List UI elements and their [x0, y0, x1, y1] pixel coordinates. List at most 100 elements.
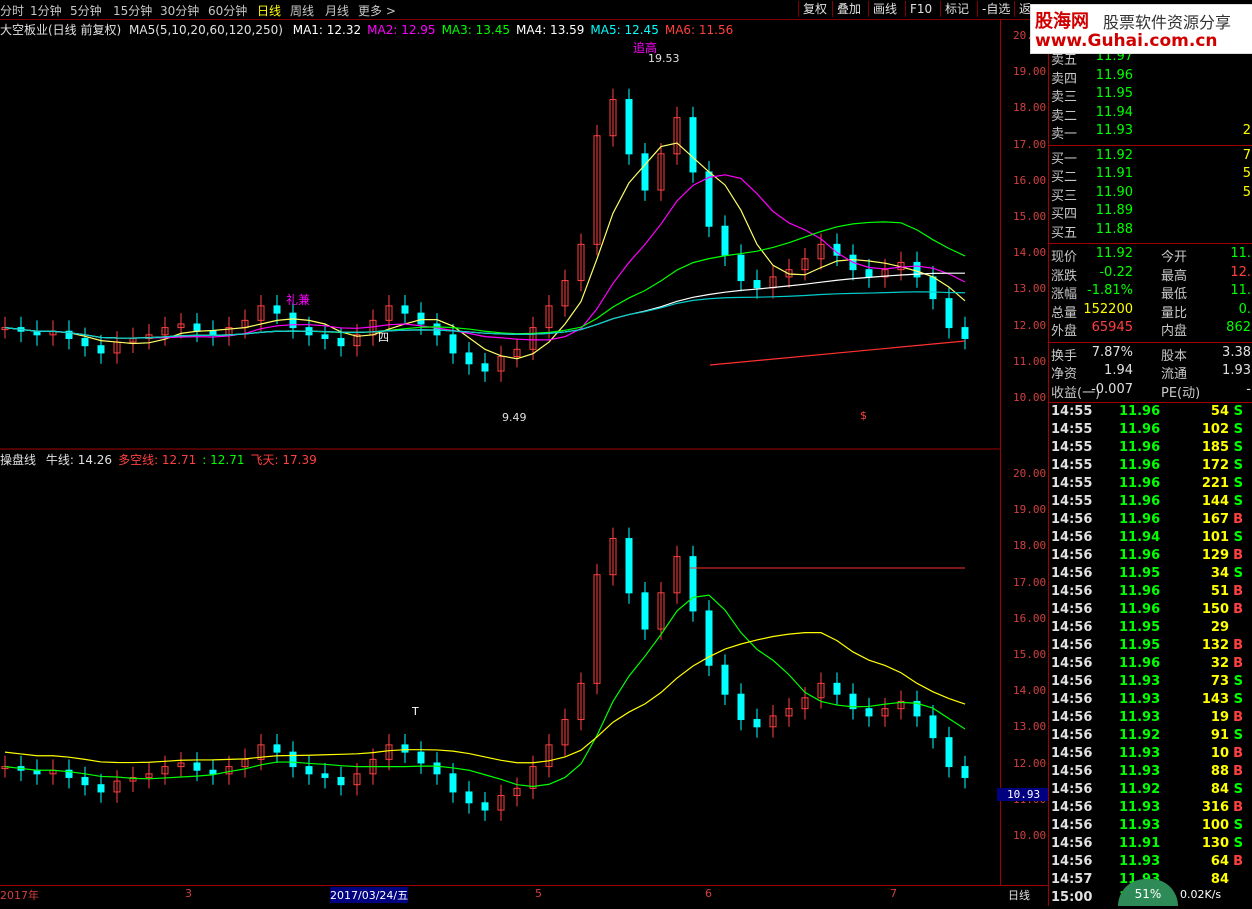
tick-time: 14:56 — [1051, 638, 1093, 653]
x-tick-4: 6 — [705, 887, 712, 900]
period-tab-6[interactable]: 日线 — [257, 2, 281, 19]
x-tick-2: 2017/03/24/五 — [330, 887, 409, 903]
toolbar-button-3[interactable]: F10 — [905, 1, 936, 17]
stat-value: -0.22 — [1099, 264, 1133, 280]
buy-level-3: 买三 11.90 5 — [1049, 184, 1252, 204]
candle-body — [449, 334, 457, 354]
toolbar-button-5[interactable]: -自选 — [977, 1, 1014, 17]
period-tab-2[interactable]: 5分钟 — [70, 2, 102, 19]
toolbar-button-2[interactable]: 画线 — [868, 1, 901, 17]
stat-value: 11. — [1230, 283, 1251, 298]
sell-level-3: 卖三 11.95 — [1049, 86, 1252, 105]
buy-vol: 5 — [1242, 184, 1251, 200]
stat-label: 股本 — [1161, 348, 1188, 364]
sub-y-tick: 16.00 — [1013, 611, 1047, 625]
stat-label: 涨跌 — [1051, 268, 1078, 284]
stat-value: - — [1246, 381, 1251, 397]
period-tab-8[interactable]: 月线 — [325, 2, 349, 19]
tick-vol: 132 — [1201, 638, 1229, 653]
sub-letter-marker: T — [411, 705, 419, 718]
dollar-marker: $ — [860, 409, 867, 422]
tick-price: 11.96 — [1119, 404, 1161, 419]
tick-time: 14:56 — [1051, 782, 1093, 797]
sub-legend-3: 飞天: 17.39 — [250, 453, 317, 467]
tick-vol: 221 — [1201, 476, 1229, 491]
tick-side: S — [1233, 818, 1243, 833]
sub-legend-1: 多空线: 12.71 — [118, 453, 197, 467]
tick-vol: 51 — [1210, 584, 1229, 599]
stat-value: 11. — [1230, 246, 1251, 261]
tick-price: 11.93 — [1119, 800, 1161, 815]
tick-time: 14:56 — [1051, 746, 1093, 761]
period-tab-7[interactable]: 周线 — [290, 2, 314, 19]
tick-price: 11.96 — [1119, 656, 1161, 671]
tick-vol: 54 — [1210, 404, 1229, 419]
sub-candle-body — [961, 766, 969, 778]
main-y-tick: 10.00 — [1013, 391, 1047, 404]
tick-side: S — [1233, 782, 1243, 797]
sell-level-2: 卖二 11.94 — [1049, 104, 1252, 124]
tick-side: S — [1233, 530, 1243, 545]
tick-time: 14:56 — [1051, 836, 1093, 851]
tick-side: S — [1233, 404, 1243, 419]
period-tab-1[interactable]: 1分钟 — [30, 2, 62, 19]
period-tab-9[interactable]: 更多 > — [358, 2, 396, 19]
main-y-tick: 13.00 — [1013, 282, 1047, 296]
sub-legend-0: 牛线: 14.26 — [45, 453, 113, 467]
sub-candle-body — [81, 776, 89, 786]
tick-price: 11.96 — [1119, 494, 1161, 509]
tick-price: 11.96 — [1119, 512, 1161, 527]
tick-price: 11.92 — [1119, 728, 1161, 743]
tick-side: B — [1233, 638, 1243, 653]
sell-price: 11.96 — [1095, 67, 1133, 83]
period-tab-0[interactable]: 分时 — [0, 2, 24, 19]
stat-value: -0.007 — [1091, 381, 1133, 397]
sub-candle-body — [337, 776, 345, 786]
tick-price: 11.93 — [1119, 692, 1161, 707]
stat-value: 862 — [1226, 320, 1251, 335]
buy-level-4: 买四 11.89 — [1049, 203, 1252, 222]
price-axis: 20.00 19.00 18.00 17.00 16.00 15.00 14.00 13.00… — [997, 19, 1051, 885]
tick-side: S — [1233, 422, 1243, 437]
buy-vol: 7 — [1242, 147, 1251, 163]
tick-vol: 129 — [1201, 548, 1229, 563]
tick-vol: 34 — [1210, 566, 1229, 581]
quote-stat-row: 涨跌 -0.22 最高 12. — [1049, 264, 1252, 284]
sub-candle-body — [945, 737, 953, 768]
ma-legend-5: MA5: 12.45 — [590, 23, 659, 37]
tick-row: 14:56 11.96 32 B — [1049, 656, 1252, 674]
candle-body — [737, 254, 745, 282]
tick-time: 14:56 — [1051, 566, 1093, 581]
time-axis: 日线 2017年 3 2017/03/24/五 5 6 7 — [0, 885, 1048, 907]
sell-price: 11.94 — [1095, 104, 1133, 120]
tick-row: 14:55 11.96 185 S — [1049, 440, 1252, 458]
candle-body — [193, 323, 201, 332]
period-tab-4[interactable]: 30分钟 — [160, 2, 199, 19]
tick-side: B — [1233, 854, 1243, 869]
toolbar-button-0[interactable]: 复权 — [798, 1, 831, 17]
tick-row: 14:56 11.93 10 B — [1049, 746, 1252, 764]
tick-side: B — [1233, 512, 1243, 527]
tick-row: 14:56 11.96 167 B — [1049, 512, 1252, 530]
tick-time: 14:56 — [1051, 710, 1093, 725]
sell-vol: 2 — [1242, 123, 1251, 138]
tick-vol: 144 — [1201, 494, 1229, 509]
toolbar-button-4[interactable]: 标记 — [940, 1, 973, 17]
toolbar-button-1[interactable]: 叠加 — [832, 1, 865, 17]
buy-label: 买四 — [1051, 207, 1078, 222]
period-label: 日线 — [1008, 889, 1030, 902]
sub-candle-body — [689, 556, 697, 612]
stat-value: 0. — [1238, 301, 1251, 317]
quote-stat-row: 外盘 65945 内盘 862 — [1049, 320, 1252, 339]
period-tab-3[interactable]: 15分钟 — [113, 2, 152, 19]
sub-candle-body — [289, 751, 297, 768]
tick-price: 11.96 — [1119, 602, 1161, 617]
period-tab-5[interactable]: 60分钟 — [208, 2, 247, 19]
buy-price: 11.90 — [1095, 184, 1133, 200]
sub-candle-body — [97, 784, 105, 793]
main-y-tick: 18.00 — [1013, 101, 1047, 115]
main-y-tick: 11.00 — [1013, 354, 1047, 368]
tick-row: 14:55 11.96 172 S — [1049, 458, 1252, 476]
stat-label: 外盘 — [1051, 324, 1078, 339]
sub-candle-body — [865, 708, 873, 717]
